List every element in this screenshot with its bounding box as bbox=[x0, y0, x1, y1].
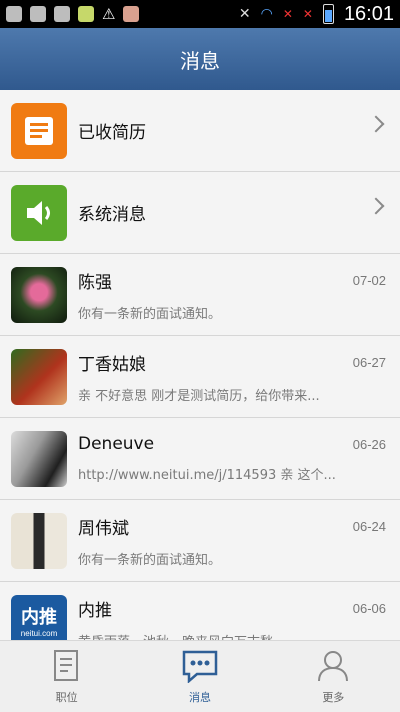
no-signal-icon: ✕ bbox=[282, 7, 293, 21]
status-time: 16:01 bbox=[343, 2, 394, 25]
mute-icon: ✕ bbox=[238, 6, 251, 22]
message-date: 07-02 bbox=[352, 272, 386, 288]
list-item-resumes[interactable]: 已收简历 bbox=[0, 90, 400, 172]
message-preview: 你有一条新的面试通知。 bbox=[78, 552, 222, 568]
contact-name: 内推 bbox=[78, 600, 112, 621]
message-preview: 黄昏雨落一池秋，晚来风向万古愁。 ... bbox=[78, 631, 386, 641]
status-notification-icons: ⚠ bbox=[6, 5, 140, 23]
contact-name: Deneuve bbox=[78, 434, 155, 454]
tab-messages[interactable]: 消息 bbox=[133, 641, 266, 712]
tab-jobs[interactable]: 职位 bbox=[0, 641, 133, 712]
status-system-icons: ✕ ◠ ✕ ✕ 16:01 bbox=[239, 3, 394, 26]
contact-name: 丁香姑娘 bbox=[78, 354, 146, 375]
avatar bbox=[11, 348, 67, 405]
notification-icon bbox=[123, 6, 140, 22]
calendar-icon bbox=[30, 6, 46, 22]
list-item[interactable]: 内推 neitui.com 内推 06-06 黄昏雨落一池秋，晚来风向万古愁。 … bbox=[0, 582, 400, 640]
message-list: 已收简历 系统消息 陈强 07-02 你有一条新的面试通知。 丁香姑娘 06-2… bbox=[0, 90, 400, 640]
message-date: 06-26 bbox=[352, 436, 386, 452]
page-title: 消息 bbox=[180, 48, 220, 73]
message-preview: http://www.neitui.me/j/114593 亲 这个... bbox=[78, 468, 336, 483]
no-signal-icon: ✕ bbox=[302, 7, 313, 21]
list-item-system-messages[interactable]: 系统消息 bbox=[0, 172, 400, 254]
app-icon bbox=[78, 6, 94, 22]
battery-icon bbox=[322, 4, 334, 24]
message-preview: 亲 不好意思 刚才是测试简历，给你带来... bbox=[78, 388, 320, 404]
bottom-tab-bar: 职位 消息 更多 bbox=[0, 640, 400, 712]
tab-label: 职位 bbox=[55, 690, 78, 704]
app-icon bbox=[6, 6, 22, 22]
tab-label: 更多 bbox=[322, 690, 345, 704]
tab-more[interactable]: 更多 bbox=[267, 641, 400, 712]
user-icon bbox=[318, 650, 349, 681]
message-date: 06-06 bbox=[352, 600, 386, 616]
message-date: 06-24 bbox=[352, 518, 386, 534]
speaker-icon bbox=[11, 184, 67, 241]
chat-icon bbox=[182, 650, 218, 683]
warning-icon: ⚠ bbox=[102, 5, 116, 23]
neitui-logo: 内推 neitui.com bbox=[11, 594, 67, 640]
mail-icon bbox=[54, 6, 70, 22]
wifi-icon: ◠ bbox=[260, 6, 273, 22]
avatar bbox=[11, 512, 67, 569]
title-bar: 消息 bbox=[0, 28, 400, 90]
document-icon bbox=[53, 649, 78, 681]
contact-name: 周伟斌 bbox=[78, 518, 129, 539]
avatar bbox=[11, 266, 67, 323]
tab-label: 消息 bbox=[188, 690, 211, 704]
list-item[interactable]: 周伟斌 06-24 你有一条新的面试通知。 bbox=[0, 500, 400, 582]
list-item-title: 已收简历 bbox=[78, 123, 146, 143]
status-bar: ⚠ ✕ ◠ ✕ ✕ 16:01 bbox=[0, 0, 400, 28]
message-date: 06-27 bbox=[352, 354, 386, 370]
avatar bbox=[11, 430, 67, 487]
list-item[interactable]: 丁香姑娘 06-27 亲 不好意思 刚才是测试简历，给你带来... bbox=[0, 336, 400, 418]
resume-icon bbox=[11, 102, 67, 159]
message-preview: 你有一条新的面试通知。 bbox=[78, 306, 222, 322]
list-item[interactable]: Deneuve 06-26 http://www.neitui.me/j/114… bbox=[0, 418, 400, 500]
list-item-title: 系统消息 bbox=[78, 205, 146, 225]
list-item[interactable]: 陈强 07-02 你有一条新的面试通知。 bbox=[0, 254, 400, 336]
contact-name: 陈强 bbox=[78, 272, 112, 293]
